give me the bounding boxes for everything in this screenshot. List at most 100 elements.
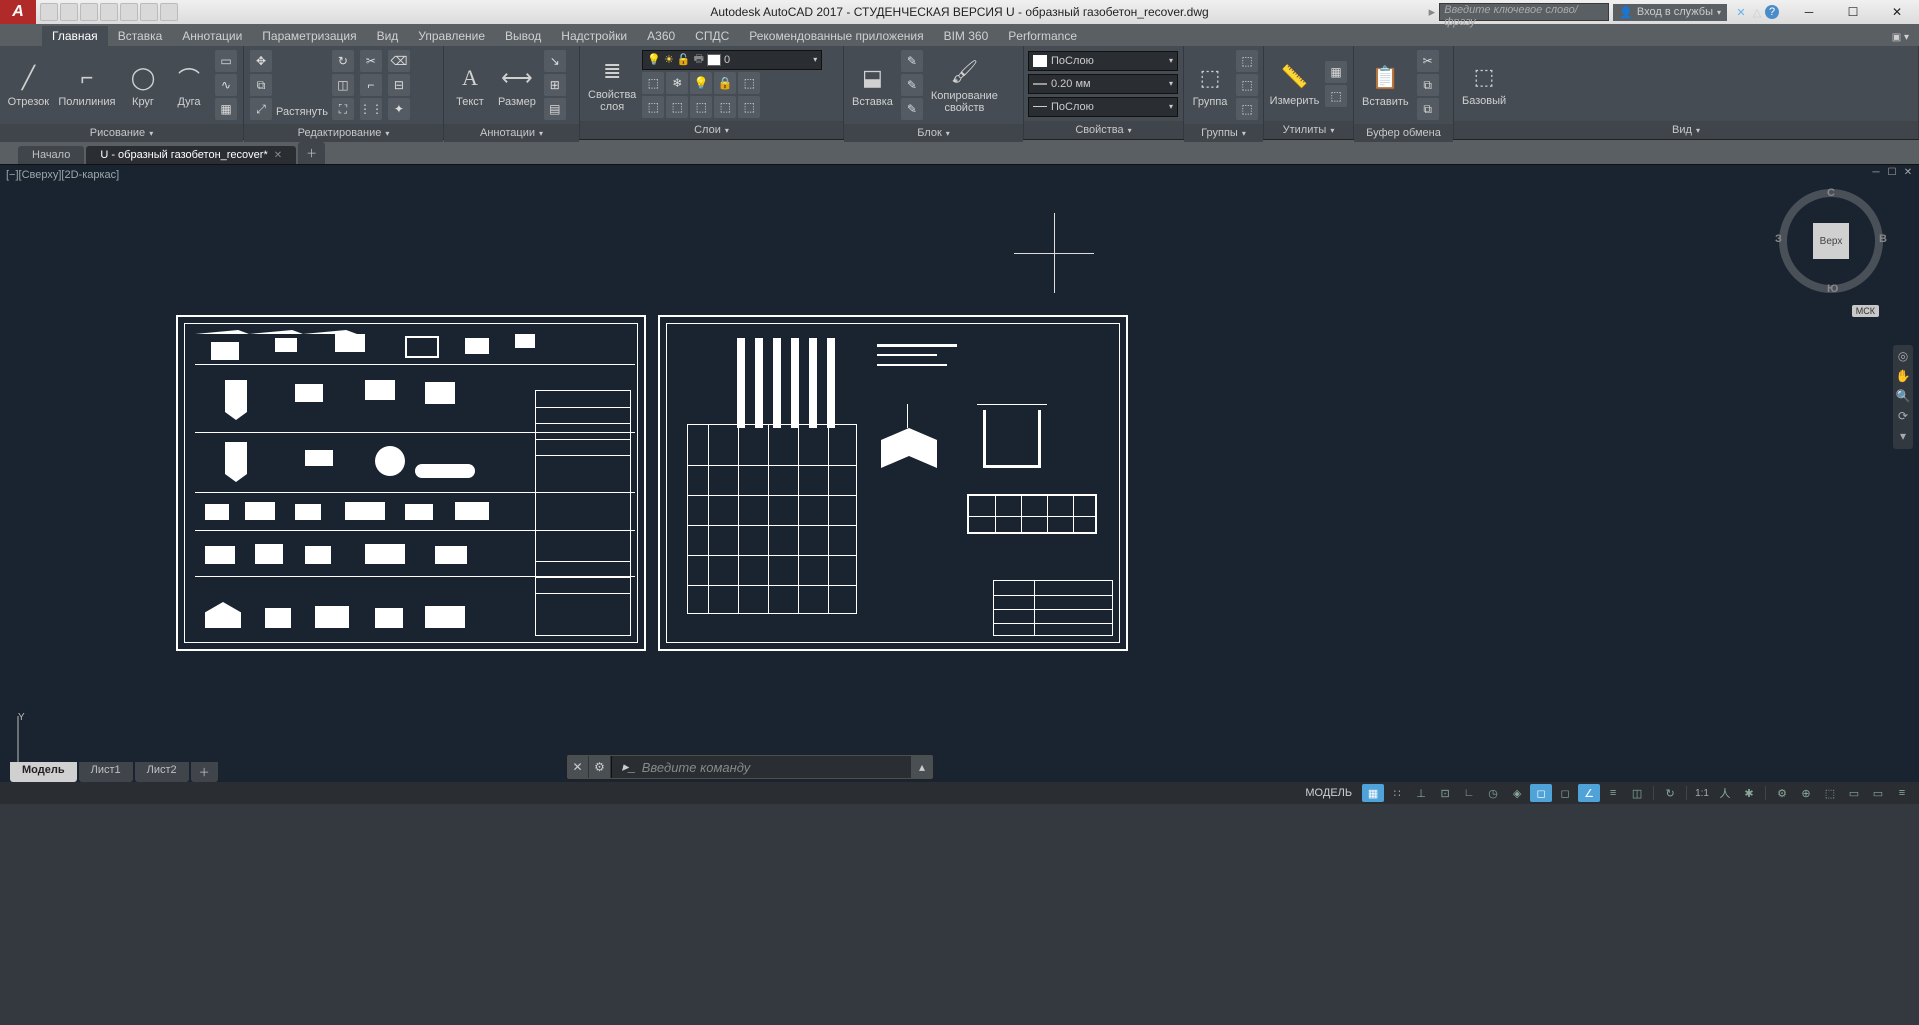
polyline-button[interactable]: ⌐Полилиния: [55, 60, 119, 110]
viewcube-e[interactable]: В: [1879, 233, 1887, 245]
tab-a360[interactable]: A360: [637, 26, 685, 46]
units-icon[interactable]: ⬚: [1819, 784, 1841, 802]
measure-button[interactable]: 📏Измерить: [1268, 59, 1321, 109]
layermk-icon[interactable]: ⬚: [642, 96, 664, 118]
attr-icon[interactable]: ✎: [901, 98, 923, 120]
qat-plot-icon[interactable]: [120, 3, 138, 21]
exchange-icon[interactable]: ✕: [1733, 4, 1749, 20]
trans-icon[interactable]: ◫: [1626, 784, 1648, 802]
nav-pan-icon[interactable]: ✋: [1895, 369, 1911, 385]
minimize-button[interactable]: ─: [1787, 0, 1831, 24]
nav-zoom-icon[interactable]: 🔍: [1895, 389, 1911, 405]
base-button[interactable]: ⬚Базовый: [1458, 59, 1510, 109]
cut-icon[interactable]: ✂: [1417, 50, 1439, 72]
nav-show-icon[interactable]: ▾: [1895, 429, 1911, 445]
layout-add[interactable]: ＋: [191, 762, 218, 782]
layermk2-icon[interactable]: ⬚: [666, 96, 688, 118]
ungroup-icon[interactable]: ⬚: [1236, 50, 1258, 72]
matchprop-button[interactable]: 🖌Копирование свойств: [927, 54, 1002, 116]
tab-insert[interactable]: Вставка: [108, 26, 173, 46]
status-space[interactable]: МОДЕЛЬ: [1305, 787, 1352, 799]
drawing-viewport[interactable]: [−][Сверху][2D-каркас] ─ ☐ ✕: [0, 164, 1919, 804]
app-logo[interactable]: A: [0, 0, 36, 24]
infer-icon[interactable]: ⊥: [1410, 784, 1432, 802]
ccopy-icon[interactable]: ⧉: [1417, 74, 1439, 96]
search-input[interactable]: Введите ключевое слово/фразу: [1439, 3, 1609, 21]
sel-icon[interactable]: ▦: [1325, 61, 1347, 83]
hatch-icon[interactable]: ▦: [215, 98, 237, 120]
qsel-icon[interactable]: ⬚: [1325, 85, 1347, 107]
tab-start[interactable]: Начало: [18, 146, 84, 164]
tab-document[interactable]: U - образный газобетон_recover*✕: [86, 146, 296, 164]
help-icon[interactable]: ?: [1765, 5, 1779, 19]
clean-icon[interactable]: ▭: [1867, 784, 1889, 802]
tab-annotate[interactable]: Аннотации: [172, 26, 252, 46]
viewcube-wcs[interactable]: МСК: [1852, 305, 1879, 317]
cmd-expand-icon[interactable]: ▴: [911, 756, 933, 778]
snap-icon[interactable]: ∷: [1386, 784, 1408, 802]
dim-button[interactable]: ⟷Размер: [494, 60, 540, 110]
spline-icon[interactable]: ∿: [215, 74, 237, 96]
ortho-icon[interactable]: ∟: [1458, 784, 1480, 802]
text-button[interactable]: AТекст: [448, 60, 492, 110]
layerprops-button[interactable]: ≣Свойства слоя: [584, 53, 640, 115]
maximize-button[interactable]: ☐: [1831, 0, 1875, 24]
vp-close-icon[interactable]: ✕: [1901, 167, 1915, 179]
layermk5-icon[interactable]: ⬚: [738, 96, 760, 118]
tab-parametric[interactable]: Параметризация: [252, 26, 366, 46]
vp-max-icon[interactable]: ☐: [1885, 167, 1899, 179]
qp-icon[interactable]: ▭: [1843, 784, 1865, 802]
tab-spds[interactable]: СПДС: [685, 26, 739, 46]
circle-button[interactable]: ◯Круг: [121, 60, 165, 110]
leader-icon[interactable]: ↘: [544, 50, 566, 72]
move-icon[interactable]: ✥: [250, 50, 272, 72]
stretch-button[interactable]: ⤢: [250, 98, 272, 120]
layermk4-icon[interactable]: ⬚: [714, 96, 736, 118]
ribbon-collapse-icon[interactable]: ▣ ▾: [1882, 29, 1919, 46]
custom-icon[interactable]: ≡: [1891, 784, 1913, 802]
copy-icon[interactable]: ⧉: [250, 74, 272, 96]
cycle-icon[interactable]: ↻: [1659, 784, 1681, 802]
osnap-icon[interactable]: ◻: [1530, 784, 1552, 802]
mirror-icon[interactable]: ◫: [332, 74, 354, 96]
tab-home[interactable]: Главная: [42, 26, 108, 46]
color-combo[interactable]: ПоСлою▾: [1028, 51, 1178, 71]
otrack-icon[interactable]: ∠: [1578, 784, 1600, 802]
tab-output[interactable]: Вывод: [495, 26, 551, 46]
layout-model[interactable]: Модель: [10, 762, 77, 782]
layeroff-icon[interactable]: 💡: [690, 72, 712, 94]
viewport-label[interactable]: [−][Сверху][2D-каркас]: [6, 169, 119, 181]
layer-combo[interactable]: 💡☀🔓🖶0 ▾: [642, 50, 822, 70]
viewcube-n[interactable]: С: [1827, 187, 1835, 199]
array-icon[interactable]: ⋮⋮: [360, 98, 382, 120]
viewcube-w[interactable]: З: [1775, 233, 1782, 245]
trim-icon[interactable]: ✂: [360, 50, 382, 72]
tab-add[interactable]: ＋: [298, 142, 325, 164]
rect-icon[interactable]: ▭: [215, 50, 237, 72]
tab-addins[interactable]: Надстройки: [551, 26, 637, 46]
layermatch-icon[interactable]: ⬚: [738, 72, 760, 94]
layout-2[interactable]: Лист2: [135, 762, 189, 782]
ws-icon[interactable]: ⚙: [1771, 784, 1793, 802]
status-scale[interactable]: 1:1: [1692, 788, 1712, 799]
viewcube-s[interactable]: Ю: [1827, 283, 1838, 295]
layout-1[interactable]: Лист1: [79, 762, 133, 782]
offset-icon[interactable]: ⊟: [388, 74, 410, 96]
tab-performance[interactable]: Performance: [998, 26, 1087, 46]
cpaste-icon[interactable]: ⧉: [1417, 98, 1439, 120]
qat-save-icon[interactable]: [80, 3, 98, 21]
cmd-close-icon[interactable]: ✕: [567, 756, 589, 778]
monitor-icon[interactable]: ⊕: [1795, 784, 1817, 802]
explode-icon[interactable]: ✦: [388, 98, 410, 120]
arc-button[interactable]: ⌒Дуга: [167, 60, 211, 110]
autodesk-icon[interactable]: △: [1749, 4, 1765, 20]
qat-saveas-icon[interactable]: [100, 3, 118, 21]
edit-icon[interactable]: ✎: [901, 74, 923, 96]
vp-min-icon[interactable]: ─: [1869, 167, 1883, 179]
rotate-icon[interactable]: ↻: [332, 50, 354, 72]
layerfreeze-icon[interactable]: ❄: [666, 72, 688, 94]
command-input[interactable]: ▸_Введите команду: [611, 756, 911, 778]
lw-icon[interactable]: ≡: [1602, 784, 1624, 802]
layermk3-icon[interactable]: ⬚: [690, 96, 712, 118]
iso-icon[interactable]: ◈: [1506, 784, 1528, 802]
